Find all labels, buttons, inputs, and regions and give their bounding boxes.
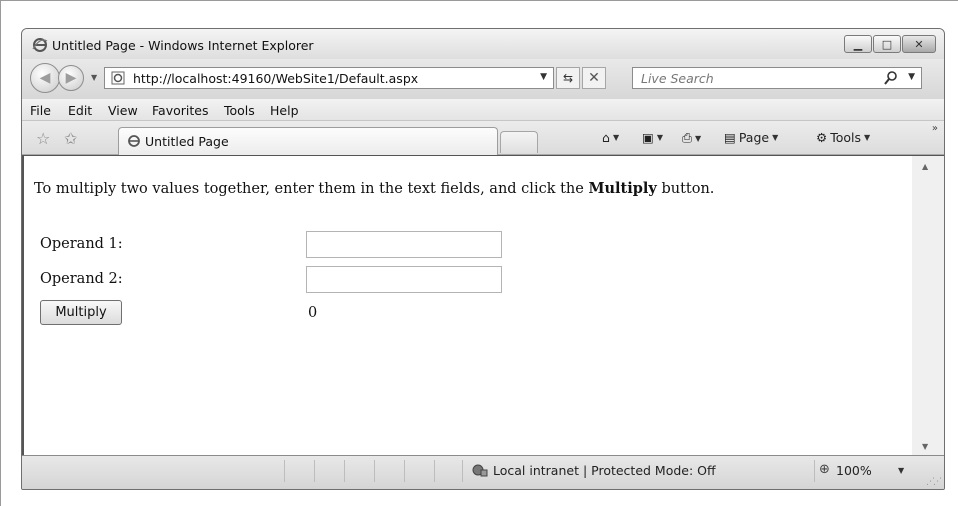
- tools-dropdown-icon: ▼: [864, 133, 871, 142]
- tab-ie-icon: [128, 135, 140, 147]
- forward-arrow-icon: ▶: [65, 70, 77, 86]
- back-button[interactable]: ◀: [30, 63, 60, 93]
- title-bar: Untitled Page - Windows Internet Explore…: [22, 29, 944, 59]
- menu-tools[interactable]: Tools: [224, 103, 255, 118]
- print-button[interactable]: ⎙ ▼: [682, 130, 701, 146]
- security-zone-text[interactable]: Local intranet | Protected Mode: Off: [493, 463, 716, 478]
- outer-frame-top: [0, 0, 958, 1]
- minimize-icon: ▁: [853, 37, 863, 51]
- stop-button[interactable]: ✕: [582, 67, 606, 89]
- ie-logo-icon: [32, 38, 48, 52]
- status-divider: [434, 460, 435, 482]
- refresh-icon: ⇆: [562, 71, 574, 85]
- home-icon: ⌂: [602, 130, 610, 145]
- page-content: To multiply two values together, enter t…: [22, 155, 912, 455]
- page-dropdown-icon: ▼: [772, 133, 779, 142]
- page-icon: ▤: [724, 130, 736, 145]
- search-icon[interactable]: [883, 70, 899, 86]
- more-commands-icon[interactable]: »: [932, 123, 938, 134]
- favorites-star-icon[interactable]: ☆: [36, 129, 50, 148]
- search-dropdown-icon[interactable]: ▼: [908, 72, 915, 82]
- search-placeholder: Live Search: [641, 71, 714, 86]
- zoom-dropdown-icon[interactable]: ▼: [898, 466, 904, 475]
- address-dropdown-icon[interactable]: ▼: [540, 72, 547, 82]
- print-dropdown-icon: ▼: [695, 133, 702, 143]
- page-menu-label: Page: [738, 130, 770, 145]
- scroll-up-icon[interactable]: ▲: [922, 162, 928, 171]
- status-divider: [404, 460, 405, 482]
- feeds-button[interactable]: ▣ ▼: [642, 130, 663, 145]
- result-label: 0: [308, 305, 318, 321]
- tab-label: Untitled Page: [145, 134, 229, 149]
- status-divider: [314, 460, 315, 482]
- stop-icon: ✕: [588, 70, 600, 86]
- operand1-label: Operand 1:: [40, 236, 123, 252]
- menu-bar: File Edit View Favorites Tools Help: [22, 99, 944, 121]
- multiply-button[interactable]: Multiply: [40, 300, 122, 325]
- intranet-zone-icon: [472, 464, 488, 477]
- address-bar[interactable]: http://localhost:49160/WebSite1/Default.…: [104, 67, 554, 89]
- home-button[interactable]: ⌂ ▼: [602, 130, 619, 145]
- address-toolbar: ◀ ▶ ▼ http://localhost:49160/WebSite1/De…: [22, 59, 944, 99]
- tab-untitled-page[interactable]: Untitled Page: [118, 127, 498, 155]
- menu-file[interactable]: File: [30, 103, 51, 118]
- instructions-prefix: To multiply two values together, enter t…: [34, 181, 589, 197]
- status-divider: [462, 460, 463, 482]
- menu-help[interactable]: Help: [270, 103, 299, 118]
- browser-window: Untitled Page - Windows Internet Explore…: [21, 28, 945, 490]
- instructions-bold: Multiply: [588, 180, 657, 197]
- forward-button[interactable]: ▶: [58, 65, 84, 91]
- minimize-button[interactable]: ▁: [844, 35, 872, 53]
- status-bar: Local intranet | Protected Mode: Off ⊕ 1…: [22, 455, 944, 489]
- add-favorites-icon[interactable]: ✩: [64, 129, 77, 148]
- status-divider: [374, 460, 375, 482]
- feeds-dropdown-icon: ▼: [656, 133, 663, 142]
- tab-bar: ☆ ✩ Untitled Page ⌂ ▼ ▣ ▼ ⎙ ▼ ▤ Page ▼ ⚙ Tools…: [22, 121, 944, 155]
- instructions-suffix: button.: [656, 181, 715, 197]
- maximize-icon: □: [881, 37, 893, 51]
- menu-edit[interactable]: Edit: [68, 103, 92, 118]
- zoom-level[interactable]: 100%: [836, 463, 872, 478]
- operand1-input[interactable]: [306, 231, 502, 258]
- url-text: http://localhost:49160/WebSite1/Default.…: [133, 71, 419, 86]
- close-button[interactable]: ✕: [902, 35, 936, 53]
- close-icon: ✕: [914, 37, 924, 51]
- operand2-input[interactable]: [306, 266, 502, 293]
- gear-icon: ⚙: [816, 130, 828, 145]
- refresh-button[interactable]: ⇆: [556, 67, 580, 89]
- maximize-button[interactable]: □: [873, 35, 901, 53]
- history-dropdown-icon[interactable]: ▼: [91, 73, 97, 82]
- resize-grip-icon[interactable]: ⋰⋰: [926, 477, 942, 487]
- operand2-label: Operand 2:: [40, 271, 123, 287]
- instructions-text: To multiply two values together, enter t…: [34, 180, 714, 197]
- outer-frame-left: [0, 0, 1, 506]
- status-divider: [814, 460, 815, 482]
- menu-favorites[interactable]: Favorites: [152, 103, 208, 118]
- search-box[interactable]: Live Search ▼: [632, 67, 922, 89]
- status-divider: [284, 460, 285, 482]
- window-title: Untitled Page - Windows Internet Explore…: [52, 38, 314, 53]
- vertical-scrollbar[interactable]: ▲ ▼: [912, 155, 944, 455]
- back-arrow-icon: ◀: [39, 70, 51, 86]
- new-tab-button[interactable]: [500, 131, 538, 153]
- feeds-icon: ▣: [642, 130, 654, 145]
- zoom-icon[interactable]: ⊕: [819, 462, 830, 477]
- status-divider: [344, 460, 345, 482]
- page-menu-button[interactable]: ▤ Page ▼: [724, 130, 778, 145]
- page-ie-icon: [111, 71, 125, 85]
- print-icon: ⎙: [682, 130, 693, 145]
- tools-menu-button[interactable]: ⚙ Tools ▼: [816, 130, 870, 145]
- home-dropdown-icon: ▼: [612, 133, 620, 142]
- menu-view[interactable]: View: [108, 103, 138, 118]
- window-controls: ▁ □ ✕: [844, 35, 936, 53]
- scroll-down-icon[interactable]: ▼: [922, 442, 928, 451]
- tools-menu-label: Tools: [830, 130, 862, 145]
